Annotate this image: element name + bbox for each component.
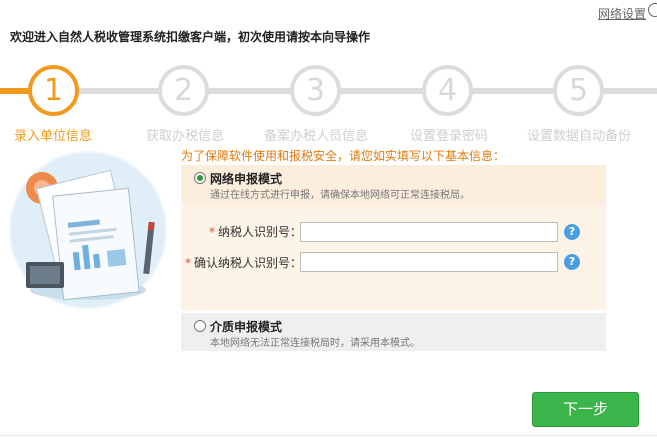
- confirm-taxpayer-id-label: * 确认纳税人识别号：: [185, 256, 303, 270]
- confirm-taxpayer-id-input[interactable]: [300, 252, 558, 272]
- online-mode-radio[interactable]: [194, 172, 206, 184]
- online-mode-header[interactable]: 网络申报模式 通过在线方式进行申报，请确保本地网络可正常连接税局。: [181, 165, 606, 205]
- step-3-circle: 3: [290, 65, 341, 116]
- taxpayer-id-help-icon[interactable]: ?: [564, 224, 580, 240]
- required-mark: *: [209, 225, 215, 239]
- step-4-circle: 4: [422, 65, 473, 116]
- next-step-button[interactable]: 下一步: [532, 392, 639, 427]
- required-mark: *: [185, 256, 191, 270]
- media-mode-title: 介质申报模式: [210, 320, 283, 334]
- step-3-label: 备案办税人员信息: [264, 129, 369, 144]
- taxpayer-id-label: * 纳税人识别号：: [209, 225, 303, 239]
- step-2-circle: 2: [158, 65, 209, 116]
- notice-text: 为了保障软件使用和报税安全，请您如实填写以下基本信息：: [181, 149, 506, 163]
- online-mode-desc: 通过在线方式进行申报，请确保本地网络可正常连接税局。: [210, 190, 470, 201]
- step-5-label: 设置数据自动备份: [527, 129, 632, 144]
- media-mode-panel[interactable]: 介质申报模式 本地网络无法正常连接税局时，请采用本模式。: [181, 313, 606, 351]
- document-illustration-icon: [9, 151, 167, 309]
- step-2-label: 获取办税信息: [146, 129, 225, 144]
- network-settings-link[interactable]: 网络设置: [598, 5, 646, 22]
- step-4-label: 设置登录密码: [410, 129, 489, 144]
- step-1-label: 录入单位信息: [14, 129, 93, 144]
- settings-circle-icon[interactable]: [648, 3, 657, 17]
- media-mode-radio[interactable]: [194, 320, 206, 332]
- online-mode-title: 网络申报模式: [210, 172, 283, 186]
- online-mode-panel: 网络申报模式 通过在线方式进行申报，请确保本地网络可正常连接税局。 * 纳税人识别…: [181, 165, 606, 310]
- step-1-circle: 1: [28, 65, 79, 116]
- welcome-text: 欢迎进入自然人税收管理系统扣缴客户端，初次使用请按本向导操作: [10, 30, 371, 44]
- bottom-divider: [0, 435, 657, 436]
- taxpayer-id-input[interactable]: [300, 222, 558, 242]
- confirm-taxpayer-id-help-icon[interactable]: ?: [564, 254, 580, 270]
- step-5-circle: 5: [553, 65, 604, 116]
- media-mode-desc: 本地网络无法正常连接税局时，请采用本模式。: [210, 338, 420, 349]
